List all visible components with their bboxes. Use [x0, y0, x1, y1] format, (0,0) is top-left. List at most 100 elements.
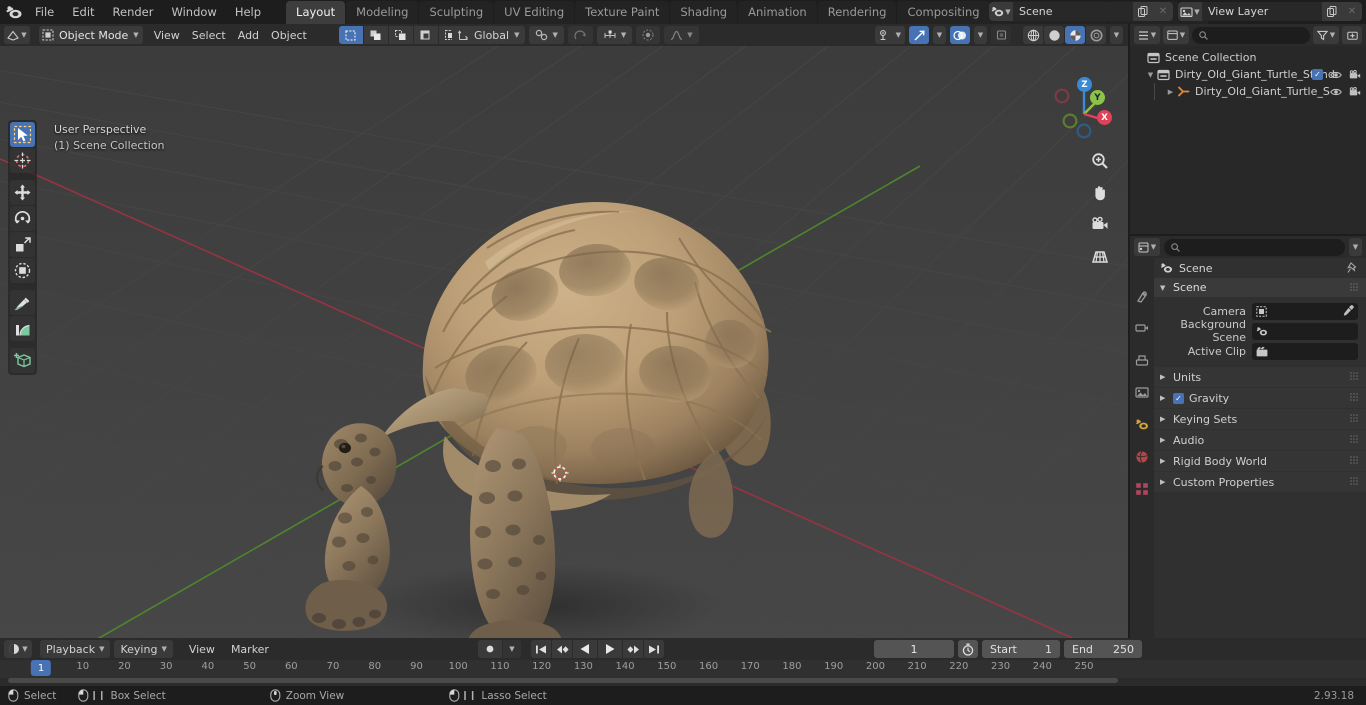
- outliner-editor-type-icon[interactable]: ▼: [1134, 26, 1160, 44]
- ortho-persp-grid-icon[interactable]: [1087, 244, 1112, 269]
- timeline-scrollbar[interactable]: [8, 678, 1118, 683]
- panel-gravity[interactable]: ▶ ✓ Gravity: [1154, 388, 1366, 408]
- tab-world[interactable]: [1133, 448, 1151, 466]
- set-select-icon[interactable]: [338, 26, 363, 44]
- transform-orientation-dropdown[interactable]: Global ▼: [452, 26, 526, 44]
- current-frame-field[interactable]: 1: [874, 640, 954, 658]
- camera-icon[interactable]: [1087, 212, 1112, 237]
- overlays-dropdown[interactable]: ▼: [974, 26, 987, 44]
- viewport-menu-add[interactable]: Add: [232, 26, 265, 44]
- eyedropper-icon[interactable]: [1343, 304, 1354, 317]
- tool-rotate[interactable]: [10, 206, 35, 231]
- viewlayer-unlink-icon[interactable]: ✕: [1342, 2, 1362, 21]
- proportional-editing-toggle[interactable]: [567, 26, 593, 44]
- exclude-checkbox[interactable]: ✓: [1312, 69, 1323, 80]
- tool-annotate[interactable]: [10, 290, 35, 315]
- shading-dropdown[interactable]: ▼: [1110, 26, 1123, 44]
- snap-toggle[interactable]: ▼: [529, 26, 564, 44]
- keying-menu[interactable]: Keying ▼: [114, 640, 173, 658]
- panel-units[interactable]: ▶ Units: [1154, 367, 1366, 387]
- disable-in-renders-icon[interactable]: [1349, 69, 1361, 80]
- navigation-gizmo[interactable]: Z Y X: [1048, 74, 1118, 144]
- viewlayer-datablock[interactable]: ▼ View Layer ✕: [1178, 2, 1362, 21]
- start-frame-field[interactable]: Start 1: [982, 640, 1060, 658]
- workspace-tab-sculpting[interactable]: Sculpting: [419, 1, 494, 24]
- disclosure-triangle-icon[interactable]: ▶: [1164, 88, 1177, 96]
- viewlayer-new-copy-icon[interactable]: [1322, 2, 1342, 21]
- properties-editor-type-icon[interactable]: ▼: [1134, 238, 1160, 256]
- panel-audio[interactable]: ▶ Audio: [1154, 430, 1366, 450]
- tool-transform[interactable]: [10, 258, 35, 283]
- shading-material-preview-button[interactable]: [1065, 26, 1085, 44]
- tool-tweak-select-box[interactable]: [10, 122, 35, 147]
- overlays-toggle[interactable]: [950, 26, 970, 44]
- menu-render[interactable]: Render: [104, 3, 163, 21]
- disable-in-renders-icon[interactable]: [1349, 86, 1361, 97]
- tab-scene[interactable]: [1133, 416, 1151, 434]
- proportional-falloff-dropdown[interactable]: ▼: [664, 26, 699, 44]
- workspace-tab-texture-paint[interactable]: Texture Paint: [575, 1, 670, 24]
- tab-tool[interactable]: [1133, 288, 1151, 306]
- next-keyframe-button[interactable]: [623, 640, 643, 658]
- editor-type-icon[interactable]: ▼: [4, 26, 30, 44]
- panel-custom-properties[interactable]: ▶ Custom Properties: [1154, 472, 1366, 492]
- stopwatch-icon[interactable]: [958, 640, 978, 658]
- object-mode-selector[interactable]: Object Mode ▼: [39, 26, 143, 44]
- panel-rigid-body-world[interactable]: ▶ Rigid Body World: [1154, 451, 1366, 471]
- prev-keyframe-button[interactable]: [552, 640, 572, 658]
- shading-rendered-button[interactable]: [1086, 26, 1106, 44]
- scene-new-copy-icon[interactable]: [1133, 2, 1153, 21]
- scene-unlink-icon[interactable]: ✕: [1153, 2, 1173, 21]
- tool-add-cube[interactable]: [10, 348, 35, 373]
- panel-keying-sets[interactable]: ▶ Keying Sets: [1154, 409, 1366, 429]
- play-reverse-button[interactable]: [573, 640, 597, 658]
- workspace-tab-rendering[interactable]: Rendering: [817, 1, 897, 24]
- outliner-display-mode-icon[interactable]: ▼: [1163, 26, 1189, 44]
- outliner-filter-icon[interactable]: ▼: [1313, 26, 1339, 44]
- disclosure-triangle-icon[interactable]: ▼: [1144, 71, 1157, 79]
- gizmo-axis-z[interactable]: Z: [1077, 77, 1092, 92]
- tool-scale[interactable]: [10, 232, 35, 257]
- viewport-menu-view[interactable]: View: [148, 26, 186, 44]
- record-dropdown[interactable]: ▼: [503, 640, 521, 658]
- workspace-tab-modeling[interactable]: Modeling: [346, 1, 419, 24]
- extend-select-icon[interactable]: [363, 26, 388, 44]
- workspace-tab-uv-editing[interactable]: UV Editing: [494, 1, 575, 24]
- pan-hand-icon[interactable]: [1087, 180, 1112, 205]
- viewport-menu-object[interactable]: Object: [265, 26, 313, 44]
- visibility-dropdown[interactable]: ▼: [874, 26, 905, 44]
- properties-search-input[interactable]: [1164, 238, 1345, 256]
- playback-menu[interactable]: Playback ▼: [40, 640, 111, 658]
- timeline-playhead[interactable]: 1: [30, 660, 52, 676]
- shading-wireframe-button[interactable]: [1023, 26, 1043, 44]
- viewport-3d[interactable]: User Perspective (1) Scene Collection Z …: [0, 46, 1128, 638]
- invert-select-icon[interactable]: [413, 26, 438, 44]
- menu-edit[interactable]: Edit: [63, 3, 103, 21]
- menu-help[interactable]: Help: [226, 3, 270, 21]
- turtle-3d-model[interactable]: [275, 136, 835, 638]
- tab-view-layer[interactable]: [1133, 384, 1151, 402]
- gizmo-dropdown[interactable]: ▼: [933, 26, 946, 44]
- properties-options-icon[interactable]: ▼: [1349, 238, 1362, 256]
- timeline-editor-type-icon[interactable]: ▼: [4, 640, 32, 658]
- record-button[interactable]: [478, 640, 502, 658]
- workspace-tab-compositing[interactable]: Compositing: [897, 1, 990, 24]
- panel-scene-header[interactable]: ▼ Scene: [1154, 278, 1366, 297]
- xray-toggle[interactable]: [991, 26, 1011, 44]
- pin-icon[interactable]: [1347, 262, 1358, 274]
- jump-to-start-button[interactable]: [531, 640, 551, 658]
- end-frame-field[interactable]: End 250: [1064, 640, 1142, 658]
- outliner-row-collection[interactable]: ▼ Dirty_Old_Giant_Turtle_Stand ✓: [1130, 66, 1366, 83]
- proportional-falloff-toggle[interactable]: [636, 26, 661, 44]
- subtract-select-icon[interactable]: [388, 26, 413, 44]
- zoom-icon[interactable]: [1087, 148, 1112, 173]
- snap-magnet-options[interactable]: ▼: [596, 26, 633, 44]
- hide-in-viewport-icon[interactable]: [1330, 87, 1342, 97]
- tool-move[interactable]: [10, 180, 35, 205]
- property-field-background-scene[interactable]: [1252, 322, 1358, 340]
- outliner-row-armature[interactable]: ▶ Dirty_Old_Giant_Turtle_S: [1130, 83, 1366, 100]
- timeline-ruler[interactable]: 10 20 30 40 50 60 70 80 90 100 110 120 130 140 150 160 1…: [0, 660, 1366, 678]
- tool-cursor[interactable]: [10, 148, 35, 173]
- outliner-row-scene-collection[interactable]: Scene Collection: [1130, 49, 1366, 66]
- gizmo-toggle[interactable]: [909, 26, 929, 44]
